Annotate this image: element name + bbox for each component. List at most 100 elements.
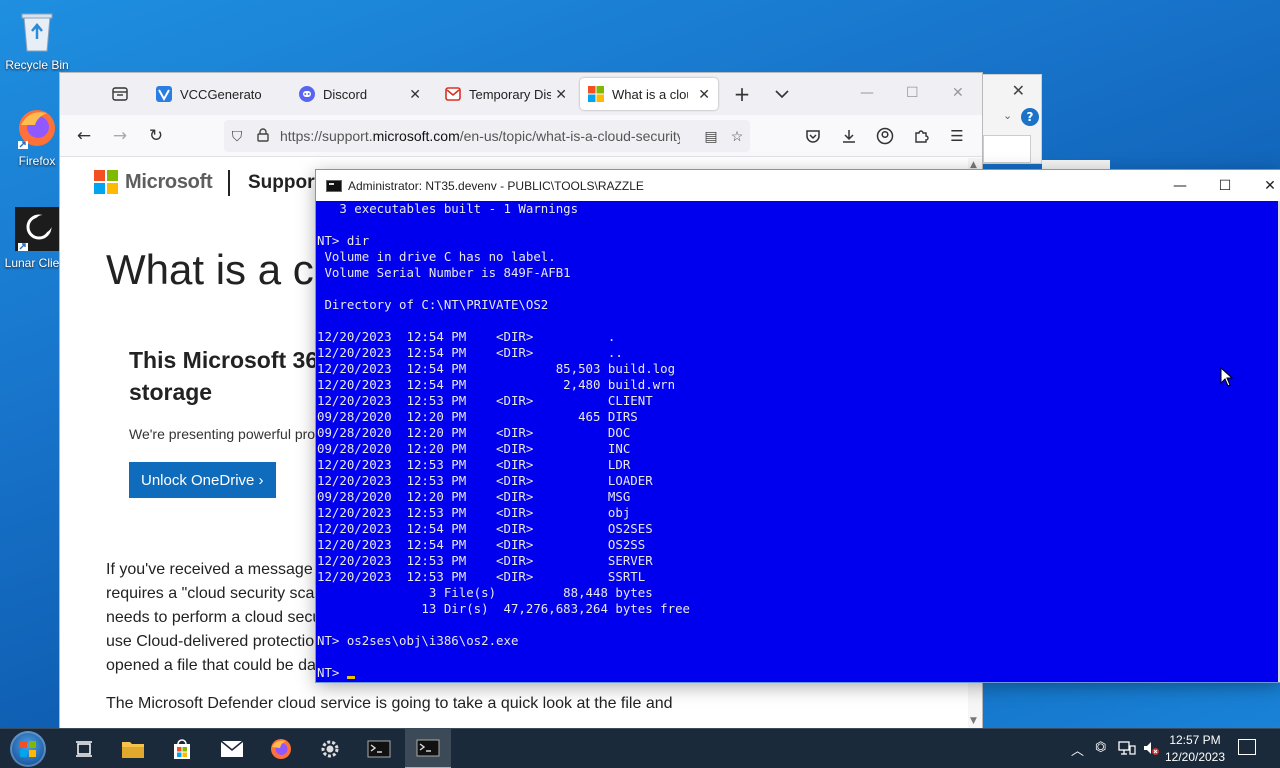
start-button[interactable] [10, 731, 46, 767]
tab-vccgenerator[interactable]: VCCGenerator - [148, 78, 286, 110]
console-output[interactable]: 3 executables built - 1 Warnings NT> dir … [316, 201, 1278, 682]
microsoft-store-icon[interactable] [159, 729, 205, 768]
close-window-icon[interactable]: ✕ [1250, 174, 1280, 198]
show-hidden-icons-icon[interactable]: ︿ [1071, 740, 1084, 759]
command-prompt-icon[interactable] [356, 729, 402, 768]
extensions-icon[interactable] [910, 125, 932, 147]
console-line: 12/20/2023 12:53 PM <DIR> LDR [317, 457, 631, 472]
console-line: NT> os2ses\obj\i386\os2.exe [317, 633, 519, 648]
support-link[interactable]: Support [248, 172, 321, 194]
microsoft-favicon-icon [588, 86, 604, 102]
menu-icon[interactable]: ☰ [946, 125, 968, 147]
list-all-tabs-icon[interactable] [771, 83, 793, 105]
scroll-up-icon[interactable]: ▲ [970, 160, 977, 170]
microsoft-logo[interactable]: Microsoft [94, 170, 213, 194]
usb-device-icon[interactable]: ⏣ [1095, 740, 1106, 755]
firefox-taskbar-icon[interactable] [258, 729, 304, 768]
vcc-favicon-icon [156, 86, 172, 102]
header-divider [228, 170, 230, 196]
discord-icon [299, 86, 315, 102]
forward-icon[interactable]: → [109, 125, 131, 147]
account-icon[interactable] [874, 125, 896, 147]
pocket-icon[interactable] [802, 125, 824, 147]
console-line: 12/20/2023 12:54 PM <DIR> . [317, 329, 616, 344]
console-line: Volume in drive C has no label. [317, 249, 556, 264]
new-tab-icon[interactable]: + [731, 82, 753, 106]
downloads-icon[interactable] [838, 125, 860, 147]
windows-logo-icon [20, 741, 36, 757]
close-icon[interactable]: ✕ [1012, 81, 1025, 100]
background-dialog: ✕ ⌄ ? [980, 74, 1042, 164]
notifications-icon[interactable] [1238, 739, 1256, 755]
url-bar[interactable]: ⛉ https://support.microsoft.com/en-us/to… [224, 120, 750, 152]
system-clock[interactable]: 12:57 PM 12/20/2023 [1162, 732, 1228, 766]
console-line: 3 File(s) 88,448 bytes [317, 585, 653, 600]
scroll-down-icon[interactable]: ▼ [970, 716, 977, 726]
firefox-view-icon[interactable] [109, 83, 131, 105]
console-line: 12/20/2023 12:53 PM <DIR> SERVER [317, 553, 653, 568]
maximize-icon[interactable]: ☐ [1205, 174, 1245, 198]
tab-close-icon[interactable]: ✕ [555, 86, 567, 103]
console-line: 13 Dir(s) 47,276,683,264 bytes free [317, 601, 690, 616]
mail-icon[interactable] [209, 729, 255, 768]
volume-muted-icon[interactable] [1142, 740, 1160, 760]
console-line: 12/20/2023 12:54 PM 85,503 build.log [317, 361, 676, 376]
console-line: 12/20/2023 12:53 PM <DIR> SSRTL [317, 569, 646, 584]
taskbar: ︿ ⏣ 12:57 PM 12/20/2023 [0, 728, 1280, 768]
tab-title: VCCGenerator - [180, 86, 262, 102]
tab-close-icon[interactable]: ✕ [409, 86, 421, 103]
console-icon [326, 179, 342, 192]
bookmark-star-icon[interactable]: ☆ [724, 128, 750, 145]
command-prompt-active-icon[interactable] [405, 729, 451, 768]
minimize-icon[interactable]: — [1160, 174, 1200, 198]
console-line: 12/20/2023 12:54 PM <DIR> OS2SES [317, 521, 653, 536]
tab-close-icon[interactable]: ✕ [698, 86, 710, 103]
settings-gear-icon[interactable] [307, 729, 353, 768]
dialog-field[interactable] [983, 135, 1031, 163]
console-line: 12/20/2023 12:53 PM <DIR> obj [317, 505, 631, 520]
console-line: 12/20/2023 12:54 PM <DIR> .. [317, 345, 623, 360]
tab-discord[interactable]: Discord ✕ [291, 78, 429, 110]
network-icon[interactable] [1118, 740, 1136, 760]
desktop-icon-recycle-bin[interactable]: Recycle Bin [0, 8, 74, 72]
console-cursor [346, 676, 355, 679]
lock-icon[interactable] [250, 127, 276, 145]
firefox-icon [15, 104, 59, 150]
task-view-icon[interactable] [61, 729, 107, 768]
body-paragraph-2: The Microsoft Defender cloud service is … [106, 695, 673, 712]
minimize-icon[interactable]: — [860, 85, 874, 101]
tab-title: Discord [323, 86, 368, 102]
console-line: 09/28/2020 12:20 PM <DIR> INC [317, 441, 631, 456]
chevron-down-icon[interactable]: ⌄ [1003, 109, 1012, 122]
tab-title: Temporary Dispo [469, 86, 551, 102]
reader-view-icon[interactable]: ▤ [698, 128, 724, 145]
console-title-bar[interactable]: Administrator: NT35.devenv - PUBLIC\TOOL… [316, 170, 1280, 201]
desktop-icon-label: Recycle Bin [5, 58, 69, 72]
clock-date: 12/20/2023 [1164, 750, 1226, 764]
shield-icon[interactable]: ⛉ [224, 128, 250, 145]
close-window-icon[interactable]: ✕ [952, 85, 964, 101]
console-title: Administrator: NT35.devenv - PUBLIC\TOOL… [348, 178, 644, 193]
console-line: 12/20/2023 12:53 PM <DIR> LOADER [317, 473, 653, 488]
console-line: NT> [317, 665, 1278, 681]
back-icon[interactable]: ← [73, 125, 95, 147]
recycle-bin-icon [15, 8, 59, 54]
reload-icon[interactable]: ↻ [145, 125, 167, 147]
tab-temporary-disposable[interactable]: Temporary Dispo ✕ [437, 78, 575, 110]
console-line: 12/20/2023 12:53 PM <DIR> CLIENT [317, 393, 653, 408]
console-line: 09/28/2020 12:20 PM <DIR> DOC [317, 425, 631, 440]
file-explorer-icon[interactable] [110, 729, 156, 768]
maximize-icon[interactable]: ☐ [906, 85, 919, 101]
microsoft-logo-icon [94, 170, 118, 194]
console-window: Administrator: NT35.devenv - PUBLIC\TOOL… [316, 170, 1280, 682]
mouse-cursor-icon [1220, 367, 1234, 387]
unlock-onedrive-button[interactable]: Unlock OneDrive › [129, 462, 276, 498]
console-line: 09/28/2020 12:20 PM <DIR> MSG [317, 489, 631, 504]
tab-what-is-cloud-security[interactable]: What is a cloud s ✕ [580, 78, 718, 110]
help-icon[interactable]: ? [1021, 108, 1039, 126]
console-line: 09/28/2020 12:20 PM 465 DIRS [317, 409, 638, 424]
clock-time: 12:57 PM [1169, 733, 1221, 747]
